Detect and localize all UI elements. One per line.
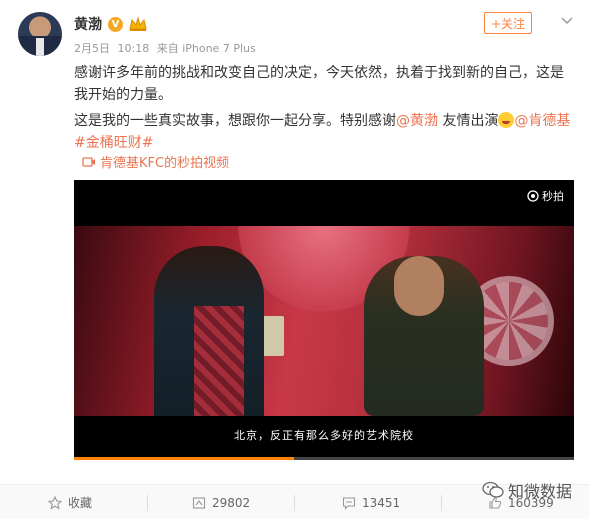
repost-button[interactable]: 29802 — [192, 485, 250, 519]
video-progress-fill — [74, 457, 294, 460]
post-paragraph-1: 感谢许多年前的挑战和改变自己的决定，今天依然，执着于找到新的自己，这是我开始的力… — [74, 65, 564, 103]
verified-badge-icon: V — [108, 16, 123, 32]
post-meta: 2月5日 10:18 来自 iPhone 7 Plus — [74, 40, 260, 56]
mention-link-kfc[interactable]: @肯德基 — [514, 113, 570, 129]
divider — [147, 495, 148, 511]
follow-button[interactable]: +关注 — [484, 12, 532, 34]
video-camera-icon — [82, 156, 95, 167]
wechat-icon — [482, 481, 504, 498]
favorite-label: 收藏 — [68, 496, 93, 510]
video-subtitle: 北京，反正有那么多好的艺术院校 — [234, 429, 414, 442]
hashtag-link[interactable]: #金桶旺财# — [74, 135, 153, 151]
video-progress-bar[interactable] — [74, 457, 574, 460]
video-player[interactable]: 秒拍 北京，反正有那么多好的艺术院校 — [74, 180, 574, 460]
watermark-label: 知微数据 — [508, 482, 573, 501]
star-icon — [48, 495, 62, 510]
comment-icon — [342, 496, 356, 510]
repost-icon — [192, 496, 206, 509]
camera-lens-icon — [527, 190, 539, 202]
post-paragraph-2: 这是我的一些真实故事，想跟你一起分享。特别感谢@黄渤 友情出演 @肯德基 #金桶旺财… — [74, 110, 574, 154]
chevron-down-icon[interactable] — [561, 16, 573, 26]
divider — [441, 495, 442, 511]
post-date[interactable]: 2月5日 — [74, 42, 110, 55]
miaopai-logo: 秒拍 — [527, 188, 564, 204]
comment-count: 13451 — [362, 495, 401, 510]
grin-emoji-icon — [498, 112, 515, 128]
post-time[interactable]: 10:18 — [118, 42, 150, 55]
mention-link[interactable]: @黄渤 — [396, 113, 438, 129]
video-source-link[interactable]: 肯德基KFC的秒拍视频 — [82, 152, 229, 171]
avatar-shirt — [36, 38, 44, 56]
username[interactable]: 黄渤 — [74, 14, 102, 34]
favorite-button[interactable]: 收藏 — [48, 485, 92, 519]
video-source-label: 肯德基KFC的秒拍视频 — [100, 156, 230, 171]
post-text-mid: 友情出演 — [438, 113, 499, 129]
video-frame — [74, 226, 574, 416]
name-row: 黄渤 V — [74, 14, 147, 34]
divider — [294, 495, 295, 511]
comment-button[interactable]: 13451 — [342, 485, 400, 519]
avatar[interactable] — [18, 12, 62, 56]
watermark: 知微数据 — [482, 478, 572, 502]
repost-count: 29802 — [212, 495, 251, 510]
miaopai-label: 秒拍 — [542, 190, 564, 203]
crown-icon — [129, 16, 147, 31]
post-text: 感谢许多年前的挑战和改变自己的决定，今天依然，执着于找到新的自己，这是我开始的力… — [74, 62, 574, 158]
post-text-prefix: 这是我的一些真实故事，想跟你一起分享。特别感谢 — [74, 113, 396, 129]
post-source: 来自 iPhone 7 Plus — [156, 42, 256, 55]
